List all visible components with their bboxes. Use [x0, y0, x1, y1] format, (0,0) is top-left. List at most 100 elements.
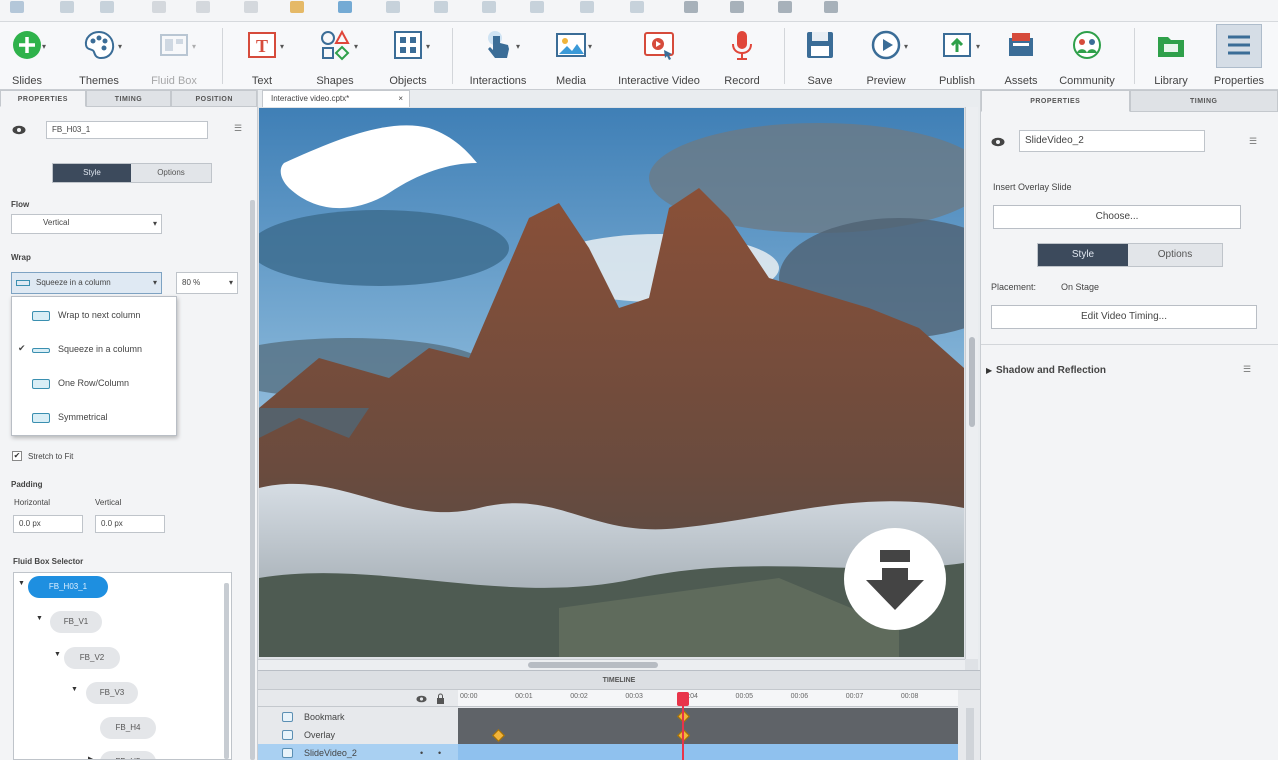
wrap-select[interactable]: Squeeze in a column ▾ — [11, 272, 162, 294]
quick-access-icon[interactable] — [290, 1, 304, 13]
quick-access-icon[interactable] — [10, 1, 24, 13]
record-button[interactable]: Record — [718, 26, 766, 88]
shapes-button[interactable]: ▾ Shapes — [306, 26, 364, 88]
panel-menu-icon[interactable]: ☰ — [234, 123, 242, 134]
vertical-padding-input[interactable]: 0.0 px — [95, 515, 165, 533]
eye-icon[interactable] — [12, 125, 26, 135]
tab-properties[interactable]: PROPERTIES — [0, 90, 86, 107]
expand-triangle-icon[interactable]: ▶ — [88, 755, 93, 759]
playhead-handle[interactable] — [677, 692, 689, 706]
bookmark-track[interactable] — [458, 708, 958, 726]
quick-access-icon[interactable] — [196, 1, 210, 13]
timeline-scrollbar[interactable] — [966, 708, 974, 760]
collapse-triangle-icon[interactable]: ▶ — [986, 366, 992, 375]
expand-triangle-icon[interactable]: ▼ — [36, 615, 43, 622]
interactions-button[interactable]: ▾ Interactions — [466, 26, 530, 88]
wrap-option-next-column[interactable]: Wrap to next column — [12, 299, 176, 333]
quick-access-icon[interactable] — [824, 1, 838, 13]
panel-menu-icon[interactable]: ☰ — [1243, 364, 1251, 375]
tab-timing[interactable]: TIMING — [85, 90, 172, 107]
quick-access-icon[interactable] — [482, 1, 496, 13]
quick-access-icon[interactable] — [630, 1, 644, 13]
properties-button[interactable]: Properties — [1208, 24, 1270, 88]
preview-button[interactable]: ▾ Preview — [858, 26, 914, 88]
stretch-to-fit-checkbox[interactable]: ✔ — [12, 451, 22, 461]
style-tab[interactable]: Style — [53, 164, 131, 182]
choose-button[interactable]: Choose... — [993, 205, 1241, 229]
tree-node[interactable]: FB_V3 — [86, 682, 138, 704]
fluid-box-button[interactable]: ▾ Fluid Box — [146, 26, 202, 88]
timeline-ruler[interactable]: 00:00 00:01 00:02 00:03 00:04 00:05 00:06 00:07… — [458, 690, 958, 707]
timeline-row-bookmark[interactable]: Bookmark — [258, 708, 458, 726]
tree-node[interactable]: FB_V2 — [64, 647, 120, 669]
canvas-horizontal-scrollbar[interactable] — [258, 659, 965, 670]
download-button[interactable] — [844, 528, 946, 630]
panel-menu-icon[interactable]: ☰ — [1249, 136, 1257, 147]
quick-access-icon[interactable] — [778, 1, 792, 13]
scroll-thumb[interactable] — [528, 662, 658, 668]
slidevideo-track[interactable] — [458, 744, 958, 760]
tree-node[interactable]: FB_H4 — [100, 717, 156, 739]
quick-access-icon[interactable] — [684, 1, 698, 13]
flow-select[interactable]: Vertical ▾ — [11, 214, 162, 234]
quick-access-icon[interactable] — [730, 1, 744, 13]
horizontal-padding-input[interactable]: 0.0 px — [13, 515, 83, 533]
tree-node[interactable]: FB_V1 — [50, 611, 102, 633]
themes-button[interactable]: ▾ Themes — [70, 26, 128, 88]
text-button[interactable]: T ▾ Text — [236, 26, 288, 88]
eye-icon[interactable] — [991, 137, 1005, 147]
quick-access-icon[interactable] — [60, 1, 74, 13]
wrap-option-one-row[interactable]: One Row/Column — [12, 367, 176, 401]
publish-button[interactable]: ▾ Publish — [930, 26, 984, 88]
library-button[interactable]: Library — [1148, 26, 1194, 88]
interactive-video-button[interactable]: Interactive Video — [612, 26, 706, 88]
quick-access-icon[interactable] — [386, 1, 400, 13]
expand-triangle-icon[interactable]: ▼ — [18, 580, 25, 587]
slide-stage[interactable] — [259, 108, 964, 657]
timeline-row-slidevideo[interactable]: SlideVideo_2 • • — [258, 744, 458, 760]
media-button[interactable]: ▾ Media — [544, 26, 598, 88]
lock-icon[interactable] — [436, 693, 445, 704]
tree-node[interactable]: FB_H03_1 — [28, 576, 108, 598]
community-button[interactable]: Community — [1054, 26, 1120, 88]
save-button[interactable]: Save — [798, 26, 842, 88]
quick-access-icon[interactable] — [580, 1, 594, 13]
options-tab[interactable]: Options — [131, 164, 211, 182]
expand-triangle-icon[interactable]: ▼ — [71, 686, 78, 693]
item-name-field[interactable]: SlideVideo_2 — [1019, 130, 1205, 152]
tab-position[interactable]: POSITION — [171, 90, 258, 107]
canvas-vertical-scrollbar[interactable] — [965, 107, 978, 659]
visibility-dot-icon[interactable]: • — [420, 744, 423, 760]
assets-button[interactable]: Assets — [998, 26, 1044, 88]
timeline-row-overlay[interactable]: Overlay — [258, 726, 458, 744]
options-tab[interactable]: Options — [1128, 244, 1222, 266]
quick-access-icon[interactable] — [100, 1, 114, 13]
document-tab[interactable]: Interactive video.cptx* × — [262, 90, 410, 107]
objects-button[interactable]: ▾ Objects — [380, 26, 436, 88]
edit-video-timing-button[interactable]: Edit Video Timing... — [991, 305, 1257, 329]
close-icon[interactable]: × — [398, 91, 403, 107]
tab-properties[interactable]: PROPERTIES — [981, 90, 1130, 112]
tree-scrollbar[interactable] — [224, 583, 229, 759]
lock-dot-icon[interactable]: • — [438, 744, 441, 760]
scroll-thumb[interactable] — [969, 337, 975, 427]
item-name-field[interactable]: FB_H03_1 — [46, 121, 208, 139]
slides-button[interactable]: ▾ Slides — [2, 26, 52, 88]
eye-icon[interactable] — [416, 695, 427, 703]
left-panel-scrollbar[interactable] — [250, 200, 255, 760]
tree-node[interactable]: FB_H5 — [100, 751, 156, 759]
symmetrical-icon — [32, 413, 50, 423]
quick-access-icon[interactable] — [434, 1, 448, 13]
shadow-reflection-label[interactable]: Shadow and Reflection — [996, 365, 1106, 376]
quick-access-icon[interactable] — [338, 1, 352, 13]
quick-access-icon[interactable] — [152, 1, 166, 13]
overlay-track[interactable] — [458, 726, 958, 744]
quick-access-icon[interactable] — [244, 1, 258, 13]
wrap-option-squeeze[interactable]: ✔ Squeeze in a column — [12, 333, 176, 367]
expand-triangle-icon[interactable]: ▼ — [54, 651, 61, 658]
wrap-percent-select[interactable]: 80 % ▾ — [176, 272, 238, 294]
quick-access-icon[interactable] — [530, 1, 544, 13]
wrap-option-symmetrical[interactable]: Symmetrical — [12, 401, 176, 435]
style-tab[interactable]: Style — [1038, 244, 1128, 266]
tab-timing[interactable]: TIMING — [1129, 90, 1278, 112]
